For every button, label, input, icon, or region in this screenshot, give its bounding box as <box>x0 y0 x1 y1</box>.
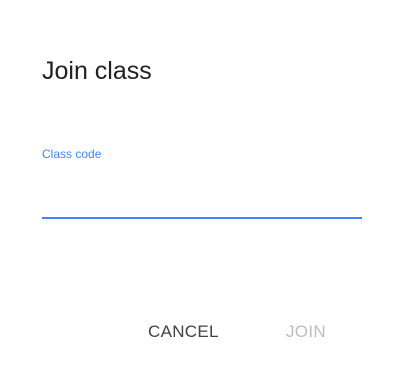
join-class-dialog: Join class Class code CANCEL JOIN <box>0 0 394 378</box>
class-code-input[interactable] <box>42 166 362 214</box>
dialog-actions: CANCEL JOIN <box>0 312 394 352</box>
dialog-title: Join class <box>42 57 152 85</box>
class-code-field[interactable]: Class code <box>42 146 362 224</box>
join-button[interactable]: JOIN <box>286 312 346 352</box>
class-code-underline <box>42 217 362 219</box>
class-code-label: Class code <box>42 147 102 161</box>
cancel-button[interactable]: CANCEL <box>148 312 238 352</box>
